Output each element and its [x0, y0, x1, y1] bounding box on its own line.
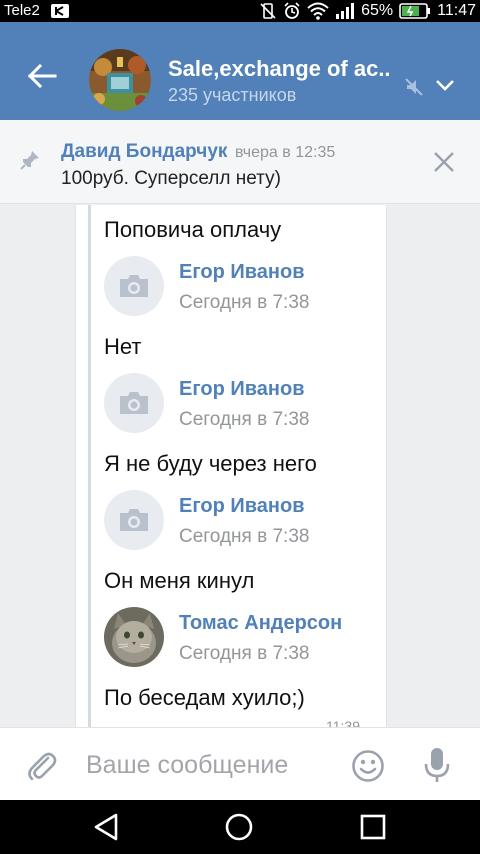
message-timestamp: 11:39	[326, 718, 360, 727]
clock: 11:47	[437, 2, 476, 19]
smiley-icon	[352, 750, 384, 782]
pin-icon	[20, 151, 39, 170]
pinned-text: 100руб. Суперселл нету)	[61, 168, 281, 189]
emoji-button[interactable]	[349, 747, 387, 785]
nav-recents-button[interactable]	[356, 810, 390, 844]
message-time: Сегодня в 7:38	[179, 292, 310, 313]
avatar[interactable]	[104, 256, 164, 316]
status-icons: 65% 11:47	[259, 1, 476, 21]
author-name[interactable]: Егор Иванов	[179, 261, 305, 284]
message-list[interactable]: Поповича оплачу Егор Иванов Сегодня в 7:…	[0, 205, 480, 727]
close-pinned-button[interactable]	[426, 144, 462, 180]
author-name[interactable]: Егор Иванов	[179, 495, 305, 518]
message-time: Сегодня в 7:38	[179, 409, 310, 430]
chat-title[interactable]: Sale,exchange of ac...	[168, 56, 392, 82]
triangle-back-icon	[94, 813, 118, 841]
member-count[interactable]: 235 участников	[168, 85, 296, 106]
pinned-message[interactable]: Давид Бондарчук вчера в 12:35 100руб. Су…	[0, 120, 480, 204]
author-name[interactable]: Егор Иванов	[179, 378, 305, 401]
message-input[interactable]	[86, 748, 336, 782]
battery-icon	[399, 3, 431, 19]
avatar[interactable]	[104, 607, 164, 667]
camera-icon	[120, 392, 148, 414]
wifi-icon	[307, 2, 329, 20]
chevron-down-icon[interactable]	[434, 78, 456, 92]
back-button[interactable]	[20, 54, 64, 98]
message-text: По беседам хуило;)	[104, 685, 305, 710]
circle-home-icon	[225, 813, 253, 841]
message-text: Поповича оплачу	[104, 217, 282, 242]
message-time: Сегодня в 7:38	[179, 643, 310, 664]
carrier-app-icon	[51, 4, 69, 18]
battery-percent: 65%	[361, 2, 394, 19]
author-name[interactable]: Томас Андерсон	[179, 612, 342, 635]
message-text: Он меня кинул	[104, 568, 255, 593]
close-icon	[434, 152, 454, 172]
system-navigation-bar	[0, 800, 480, 854]
message-time: Сегодня в 7:38	[179, 526, 310, 547]
cat-photo-icon	[104, 607, 164, 667]
carrier-name: Tele2	[4, 2, 40, 19]
nav-back-button[interactable]	[89, 810, 123, 844]
chat-header: Sale,exchange of ac... 235 участников	[0, 22, 480, 120]
nav-home-button[interactable]	[222, 810, 256, 844]
status-bar: Tele2 65% 11:47	[0, 0, 480, 22]
message-text: Я не буду через него	[104, 451, 317, 476]
camera-icon	[120, 509, 148, 531]
chat-avatar[interactable]	[89, 49, 151, 111]
back-arrow-icon	[27, 64, 57, 88]
attach-button[interactable]	[22, 746, 62, 786]
pinned-author[interactable]: Давид Бондарчук	[61, 141, 227, 163]
vibrate-off-icon	[260, 3, 276, 19]
forward-quote-bar	[88, 205, 91, 727]
paperclip-icon	[28, 752, 57, 781]
avatar[interactable]	[104, 373, 164, 433]
voice-message-button[interactable]	[418, 745, 456, 785]
square-recents-icon	[360, 814, 386, 840]
pinned-time: вчера в 12:35	[235, 144, 336, 161]
mute-icon	[405, 78, 423, 96]
signal-icon	[336, 3, 355, 19]
avatar[interactable]	[104, 490, 164, 550]
message-text: Нет	[104, 334, 142, 359]
alarm-icon	[284, 2, 300, 19]
microphone-icon	[424, 748, 450, 782]
message-composer	[0, 727, 480, 800]
game-art-avatar	[89, 49, 151, 111]
camera-icon	[120, 275, 148, 297]
